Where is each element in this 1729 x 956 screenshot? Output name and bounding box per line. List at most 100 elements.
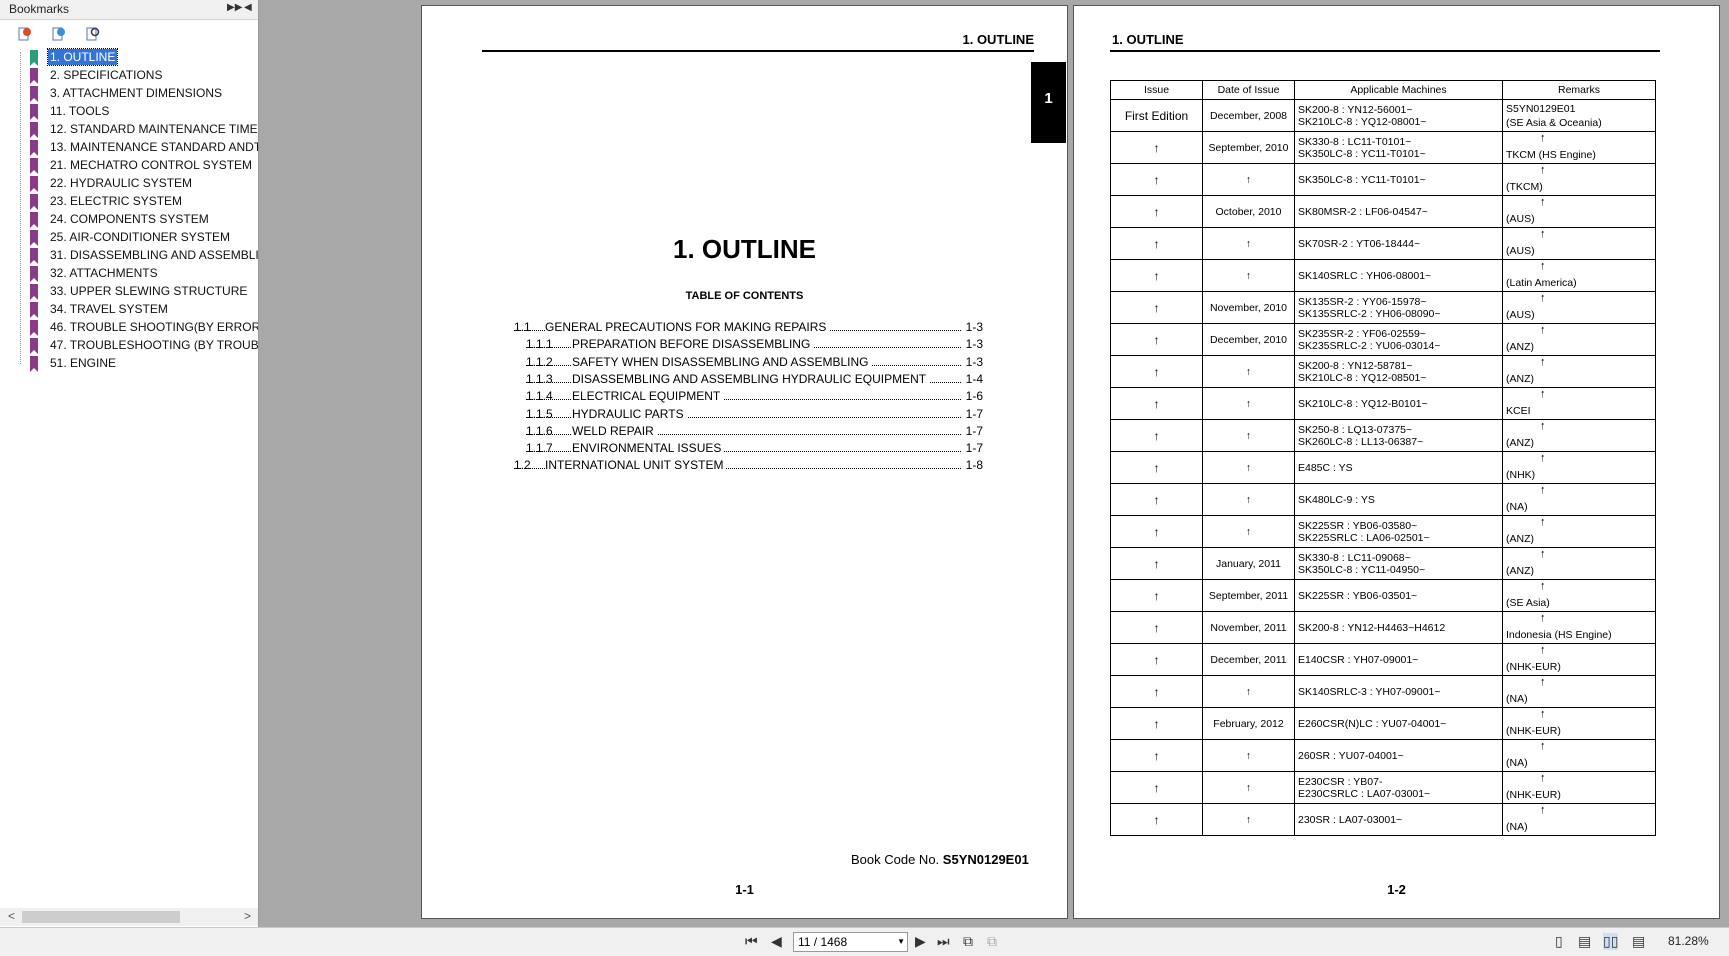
zoom-level[interactable]: 81.28% <box>1668 934 1709 948</box>
table-row: ↑ ↑ SK200-8 : YN12-58781~ SK210LC-8 : YQ12-… <box>1110 355 1656 388</box>
previous-page-icon[interactable]: ◀ <box>771 933 782 950</box>
scroll-right-icon[interactable]: > <box>244 909 251 923</box>
bookmark-item[interactable]: 25. AIR-CONDITIONER SYSTEM <box>28 228 258 246</box>
bookmark-item[interactable]: 2. SPECIFICATIONS <box>28 66 258 84</box>
bookmark-item[interactable]: 46. TROUBLE SHOOTING(BY ERROR C <box>28 318 258 336</box>
page-number-input[interactable]: 11 / 1468 ▼ <box>793 932 908 952</box>
bookmark-item[interactable]: 3. ATTACHMENT DIMENSIONS <box>28 84 258 102</box>
bookmark-item[interactable]: 51. ENGINE <box>28 354 258 372</box>
next-page-icon[interactable]: ▶ <box>915 933 926 950</box>
bookmark-item[interactable]: 22. HYDRAULIC SYSTEM <box>28 174 258 192</box>
horizontal-scrollbar[interactable]: < > <box>0 908 258 926</box>
collapse-panel-icon[interactable]: ◀ <box>244 2 252 13</box>
machines-cell: 260SR : YU07-04001~ <box>1294 739 1503 772</box>
two-page-continuous-icon[interactable]: ▤ <box>1632 933 1645 950</box>
toc-entry[interactable]: 1.1.5 HYDRAULIC PARTS 1-7 <box>526 405 983 422</box>
table-row: First Edition December, 2008 SK200-8 : YN1… <box>1110 99 1656 132</box>
arrow-up-icon: ↑ <box>1540 164 1546 176</box>
bookmarks-title: Bookmarks <box>9 2 70 16</box>
remark-text: (NA) <box>1506 757 1528 769</box>
last-page-icon[interactable]: ⏭ <box>937 933 950 950</box>
issue-cell: ↑ <box>1110 195 1203 228</box>
expand-bookmark-icon[interactable] <box>16 26 33 43</box>
bookmark-item[interactable]: 32. ATTACHMENTS <box>28 264 258 282</box>
table-row: ↑ October, 2010 SK80MSR-2 : LF06-04547~ ↑ (A… <box>1110 195 1656 228</box>
table-row: ↑ ↑ 260SR : YU07-04001~ ↑ (NA) <box>1110 739 1656 772</box>
two-page-view-icon[interactable]: ▯▯ <box>1603 933 1619 950</box>
bookmark-item[interactable]: 34. TRAVEL SYSTEM <box>28 300 258 318</box>
single-page-view-icon[interactable]: ▯ <box>1555 933 1563 950</box>
bookmark-item[interactable]: 23. ELECTRIC SYSTEM <box>28 192 258 210</box>
toc-entry[interactable]: 1.1.3 DISASSEMBLING AND ASSEMBLING HYDRAU… <box>526 370 983 387</box>
remarks-cell: ↑ (ANZ) <box>1502 419 1656 452</box>
table-row: ↑ December, 2010 SK235SR-2 : YF06-02559~ SK… <box>1110 323 1656 356</box>
bookmark-icon <box>30 284 38 300</box>
column-header: Applicable Machines <box>1294 80 1503 100</box>
toc-entry[interactable]: 1.1.4 ELECTRICAL EQUIPMENT 1-6 <box>526 388 983 405</box>
arrow-up-icon: ↑ <box>1540 292 1546 304</box>
expand-panel-icon[interactable]: ▶▶ <box>227 2 242 13</box>
toc-entry[interactable]: 1.1 GENERAL PRECAUTIONS FOR MAKING REPAIR… <box>514 319 983 335</box>
remark-text: TKCM (HS Engine) <box>1506 149 1596 161</box>
next-view-icon[interactable]: ⧉ <box>987 933 997 950</box>
bookmark-item[interactable]: 11. TOOLS <box>28 102 258 120</box>
remarks-cell: ↑ (ANZ) <box>1502 323 1656 356</box>
bookmark-icon <box>30 230 38 246</box>
bookmark-item[interactable]: 24. COMPONENTS SYSTEM <box>28 210 258 228</box>
machine-text: SK235SRLC-2 : YU06-03014~ <box>1298 339 1441 352</box>
issue-cell: ↑ <box>1110 163 1203 196</box>
toc-entry[interactable]: 1.2 INTERNATIONAL UNIT SYSTEM 1-8 <box>514 457 983 474</box>
bookmark-label: 24. COMPONENTS SYSTEM <box>50 212 209 226</box>
machines-cell: SK330-8 : LC11-T0101~ SK350LC-8 : YC11-T0… <box>1294 131 1503 164</box>
date-cell: December, 2008 <box>1202 99 1295 132</box>
panel-splitter[interactable] <box>259 0 265 927</box>
date-cell: ↑ <box>1202 227 1295 260</box>
remarks-cell: S5YN0129E01 (SE Asia & Oceania) <box>1502 99 1656 132</box>
toc-entry[interactable]: 1.1.7 ENVIRONMENTAL ISSUES 1-7 <box>526 440 983 457</box>
toc-title: ELECTRICAL EQUIPMENT <box>572 388 724 405</box>
bookmark-item[interactable]: 31. DISASSEMBLING AND ASSEMBLIN <box>28 246 258 264</box>
toc-entry[interactable]: 1.1.6 WELD REPAIR 1-7 <box>526 422 983 439</box>
bookmark-item[interactable]: 21. MECHATRO CONTROL SYSTEM <box>28 156 258 174</box>
chevron-down-icon[interactable]: ▼ <box>893 933 905 951</box>
toc-entry[interactable]: 1.1.1 PREPARATION BEFORE DISASSEMBLING 1-3 <box>526 336 983 353</box>
table-row: ↑ January, 2011 SK330-8 : LC11-09068~ SK350… <box>1110 547 1656 580</box>
bookmark-icon <box>30 176 38 192</box>
toc-number: 1.1.1 <box>526 337 553 352</box>
toc-entry[interactable]: 1.1.2 SAFETY WHEN DISASSEMBLING AND ASSEM… <box>526 353 983 370</box>
page-number: 1-2 <box>1387 882 1406 897</box>
scroll-left-icon[interactable]: < <box>8 909 15 923</box>
find-bookmark-icon[interactable] <box>84 26 101 43</box>
issue-cell: ↑ <box>1110 355 1203 388</box>
machine-text: SK225SR : YB06-03580~ <box>1298 519 1418 532</box>
navigation-toolbar: ⏮ ◀ 11 / 1468 ▼ ▶ ⏭ ⧉ ⧉ ▯ ▤ ▯▯ ▤ 81.28% <box>0 927 1729 956</box>
date-cell: ↑ <box>1202 163 1295 196</box>
bookmark-item[interactable]: 13. MAINTENANCE STANDARD ANDT <box>28 138 258 156</box>
arrow-up-icon: ↑ <box>1540 612 1546 624</box>
continuous-view-icon[interactable]: ▤ <box>1578 933 1591 950</box>
bookmark-item[interactable]: 1. OUTLINE <box>28 48 258 66</box>
first-page-icon[interactable]: ⏮ <box>745 933 758 950</box>
issue-cell: First Edition <box>1110 99 1203 132</box>
machines-cell: SK330-8 : LC11-09068~ SK350LC-8 : YC11-04… <box>1294 547 1503 580</box>
header-rule <box>482 50 1034 52</box>
date-cell: ↑ <box>1202 803 1295 836</box>
remarks-cell: ↑ (NA) <box>1502 483 1656 516</box>
bookmark-item[interactable]: 47. TROUBLESHOOTING (BY TROUBL <box>28 336 258 354</box>
arrow-up-icon: ↑ <box>1540 644 1546 656</box>
remark-text: (SE Asia) <box>1506 597 1550 609</box>
toc-number: 1.1.5 <box>526 406 553 421</box>
bookmark-item[interactable]: 33. UPPER SLEWING STRUCTURE <box>28 282 258 300</box>
bookmarks-panel: Bookmarks ▶▶ ◀ 1. OUTLINE 2. SPECIFICATIO… <box>0 0 259 927</box>
previous-view-icon[interactable]: ⧉ <box>963 933 973 950</box>
table-row: ↑ December, 2011 E140CSR : YH07-09001~ ↑ (NH… <box>1110 643 1656 676</box>
issue-history-table: Issue Date of Issue Applicable Machines … <box>1110 80 1656 836</box>
scrollbar-thumb[interactable] <box>22 911 180 923</box>
date-cell: ↑ <box>1202 451 1295 484</box>
bookmark-icon <box>30 194 38 210</box>
add-bookmark-icon[interactable] <box>50 26 67 43</box>
bookmark-item[interactable]: 12. STANDARD MAINTENANCE TIMET <box>28 120 258 138</box>
remarks-cell: ↑ (ANZ) <box>1502 355 1656 388</box>
page-number: 1-1 <box>735 882 754 897</box>
machines-cell: SK250-8 : LQ13-07375~ SK260LC-8 : LL13-06… <box>1294 419 1503 452</box>
